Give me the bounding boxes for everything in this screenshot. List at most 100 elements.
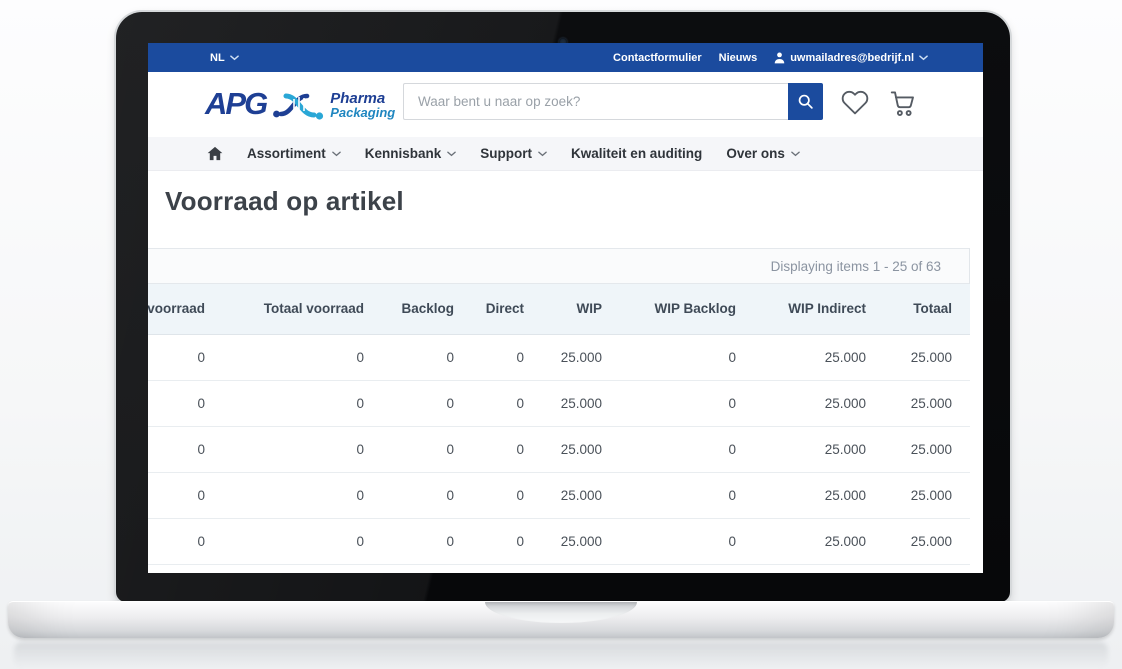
- chevron-down-icon: [230, 55, 239, 61]
- topbar-links: Contactformulier Nieuws uwmailadres@bedr…: [613, 52, 928, 64]
- main-nav: Assortiment Kennisbank Support Kwaliteit…: [148, 137, 983, 171]
- nav-item-label: Kennisbank: [365, 146, 442, 161]
- logo-wordmark: Pharma Packaging: [330, 91, 395, 120]
- logo-brand-top: Pharma: [330, 91, 395, 106]
- search-input[interactable]: [403, 83, 788, 120]
- table-cell: 0: [223, 518, 382, 564]
- user-icon: [774, 52, 785, 64]
- chevron-down-icon: [538, 151, 547, 157]
- table-cell: 25.000: [542, 426, 620, 472]
- table-cell: 0: [472, 518, 542, 564]
- table-cell: 25.000: [884, 518, 970, 564]
- page-content: Voorraad op artikel Displaying items 1 -…: [148, 171, 983, 573]
- nav-item-home[interactable]: [207, 146, 223, 161]
- table-cell: 25.000: [884, 472, 970, 518]
- column-header: Backlog: [382, 284, 472, 334]
- top-utility-bar: NL Contactformulier Nieuws uwmailadres@b…: [148, 43, 983, 72]
- table-cell: 0: [148, 334, 223, 380]
- table-row: 000025.000025.00025.000: [148, 334, 970, 380]
- column-header: Totaal voorraad: [223, 284, 382, 334]
- contact-form-link[interactable]: Contactformulier: [613, 52, 702, 64]
- home-icon: [207, 146, 223, 161]
- table-cell: 0: [620, 380, 754, 426]
- account-menu[interactable]: uwmailadres@bedrijf.nl: [774, 52, 928, 64]
- table-cell: 25.000: [754, 472, 884, 518]
- table-cell: 25.000: [542, 518, 620, 564]
- cart-button[interactable]: [888, 89, 918, 122]
- table-header-row: voorraadTotaal voorraadBacklogDirectWIPW…: [148, 284, 970, 334]
- search-bar: [403, 83, 823, 120]
- stock-table-container: Displaying items 1 - 25 of 63 voorraadTo…: [148, 248, 970, 565]
- table-cell: 25.000: [884, 334, 970, 380]
- contact-form-label: Contactformulier: [613, 52, 702, 64]
- laptop-base: [8, 601, 1114, 638]
- table-cell: 0: [223, 334, 382, 380]
- table-cell: 0: [472, 426, 542, 472]
- browser-viewport: NL Contactformulier Nieuws uwmailadres@b…: [148, 43, 983, 573]
- table-cell: 25.000: [754, 518, 884, 564]
- table-cell: 25.000: [884, 380, 970, 426]
- column-header: WIP Backlog: [620, 284, 754, 334]
- laptop-lid-notch: [485, 602, 637, 623]
- chevron-down-icon: [919, 55, 928, 61]
- table-cell: 0: [223, 426, 382, 472]
- column-header: WIP Indirect: [754, 284, 884, 334]
- table-cell: 0: [382, 518, 472, 564]
- table-cell: 0: [382, 472, 472, 518]
- nav-item[interactable]: Support: [480, 146, 547, 161]
- table-row: 000025.000025.00025.000: [148, 472, 970, 518]
- table-cell: 0: [620, 426, 754, 472]
- table-cell: 25.000: [754, 380, 884, 426]
- news-link[interactable]: Nieuws: [719, 52, 758, 64]
- laptop-reflection: [14, 642, 1108, 668]
- table-cell: 25.000: [542, 380, 620, 426]
- table-cell: 25.000: [542, 334, 620, 380]
- heart-icon: [840, 89, 870, 117]
- logo-acronym: APG: [205, 81, 266, 127]
- table-row: 000025.000025.00025.000: [148, 518, 970, 564]
- nav-item-label: Over ons: [726, 146, 785, 161]
- chevron-down-icon: [332, 151, 341, 157]
- table-cell: 0: [620, 334, 754, 380]
- table-cell: 0: [472, 334, 542, 380]
- company-logo[interactable]: APG Pharma Packaging: [205, 81, 395, 127]
- table-cell: 25.000: [754, 334, 884, 380]
- column-header: Direct: [472, 284, 542, 334]
- dna-helix-icon: [272, 89, 326, 123]
- nav-item[interactable]: Kwaliteit en auditing: [571, 146, 702, 161]
- table-body: 000025.000025.00025.000000025.000025.000…: [148, 334, 970, 564]
- column-header: Totaal: [884, 284, 970, 334]
- nav-item-label: Kwaliteit en auditing: [571, 146, 702, 161]
- table-cell: 0: [620, 472, 754, 518]
- nav-item[interactable]: Kennisbank: [365, 146, 457, 161]
- language-selector[interactable]: NL: [210, 52, 239, 64]
- logo-brand-bottom: Packaging: [330, 106, 395, 119]
- table-cell: 0: [148, 426, 223, 472]
- wishlist-button[interactable]: [840, 89, 870, 122]
- table-cell: 0: [382, 380, 472, 426]
- column-header: WIP: [542, 284, 620, 334]
- search-icon: [797, 93, 814, 110]
- table-row: 000025.000025.00025.000: [148, 380, 970, 426]
- table-cell: 0: [148, 380, 223, 426]
- chevron-down-icon: [791, 151, 800, 157]
- table-row: 000025.000025.00025.000: [148, 426, 970, 472]
- table-cell: 0: [472, 472, 542, 518]
- table-cell: 0: [382, 426, 472, 472]
- table-cell: 25.000: [542, 472, 620, 518]
- pagination-status: Displaying items 1 - 25 of 63: [148, 248, 969, 284]
- stock-table: voorraadTotaal voorraadBacklogDirectWIPW…: [148, 284, 970, 565]
- news-label: Nieuws: [719, 52, 758, 64]
- table-cell: 0: [148, 518, 223, 564]
- language-label: NL: [210, 52, 225, 64]
- table-cell: 25.000: [754, 426, 884, 472]
- table-cell: 0: [148, 472, 223, 518]
- site-header: APG Pharma Packaging: [148, 72, 983, 137]
- shopping-cart-icon: [888, 89, 918, 117]
- nav-item[interactable]: Over ons: [726, 146, 800, 161]
- laptop-screen-bezel: NL Contactformulier Nieuws uwmailadres@b…: [116, 12, 1010, 602]
- nav-item[interactable]: Assortiment: [247, 146, 341, 161]
- table-cell: 25.000: [884, 426, 970, 472]
- chevron-down-icon: [447, 151, 456, 157]
- search-button[interactable]: [788, 83, 823, 120]
